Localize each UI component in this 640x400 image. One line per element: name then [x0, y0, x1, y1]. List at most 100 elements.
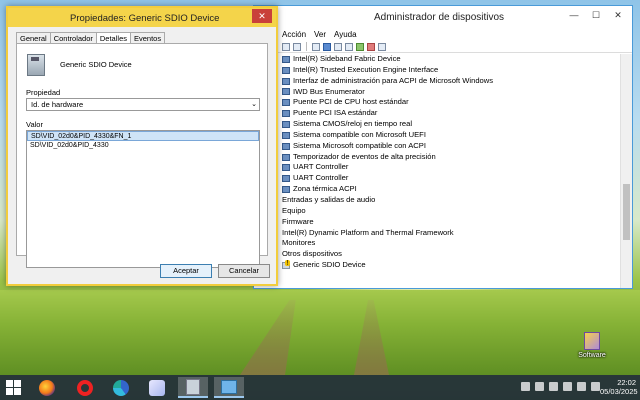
taskbar-clock[interactable]: 22:02 05/03/2025	[600, 378, 638, 396]
tree-category[interactable]: Intel(R) Dynamic Platform and Thermal Fr…	[278, 228, 618, 239]
tree-category[interactable]: Otros dispositivos	[278, 249, 618, 260]
tree-item[interactable]: Interfaz de administración para ACPI de …	[278, 76, 618, 87]
tab-controlador[interactable]: Controlador	[49, 32, 97, 43]
desktop-icon-software[interactable]: Software	[574, 332, 610, 359]
close-icon[interactable]: ✕	[252, 9, 272, 23]
vertical-scrollbar[interactable]	[620, 54, 632, 288]
property-select[interactable]: Id. de hardware ⌄	[26, 98, 260, 111]
window-title: Administrador de dispositivos	[374, 12, 505, 23]
network-icon[interactable]	[577, 382, 586, 391]
tree-item-label: Interfaz de administración para ACPI de …	[293, 75, 494, 85]
menu-ver[interactable]: Ver	[314, 30, 326, 39]
warning-device-icon	[282, 259, 290, 269]
tree-item-label: Zona térmica ACPI	[293, 184, 357, 194]
minimize-icon[interactable]: —	[564, 8, 584, 22]
property-select-value: Id. de hardware	[31, 100, 84, 109]
tree-item[interactable]: Intel(R) Sideband Fabric Device	[278, 54, 618, 65]
tree-item[interactable]: Intel(R) Trusted Execution Engine Interf…	[278, 65, 618, 76]
forward-icon[interactable]	[293, 42, 301, 51]
computer-icon[interactable]	[345, 42, 353, 51]
device-icon	[282, 99, 290, 107]
keyboard-icon[interactable]	[521, 382, 530, 391]
cancel-button[interactable]: Cancelar	[218, 264, 270, 278]
tree-item[interactable]: Puente PCI de CPU host estándar	[278, 97, 618, 108]
properties-icon[interactable]	[312, 42, 320, 51]
device-tree: Intel(R) Sideband Fabric Device Intel(R)…	[278, 54, 618, 288]
device-icon	[282, 186, 290, 194]
device-properties-taskbar-icon[interactable]	[178, 377, 208, 398]
tab-general[interactable]: General	[16, 32, 51, 43]
scan-hardware-icon[interactable]	[378, 42, 386, 51]
tree-item[interactable]: Zona térmica ACPI	[278, 184, 618, 195]
device-manager-taskbar-icon[interactable]	[214, 377, 244, 398]
tree-category[interactable]: Entradas y salidas de audio	[278, 195, 618, 206]
menu-ayuda[interactable]: Ayuda	[334, 30, 357, 39]
update-driver-icon[interactable]	[356, 42, 364, 51]
tree-category[interactable]: Firmware	[278, 217, 618, 228]
device-icon	[282, 88, 290, 96]
grass-field	[0, 290, 640, 375]
tree-item-label: UART Controller	[293, 162, 349, 172]
value-list: SD\VID_02d0&PID_4330&FN_1 SD\VID_02d0&PI…	[26, 130, 260, 268]
bluetooth-icon[interactable]	[535, 382, 544, 391]
device-icon	[282, 164, 290, 172]
tab-eventos[interactable]: Eventos	[130, 32, 166, 43]
dialog-buttons: Aceptar Cancelar	[160, 264, 270, 278]
device-name: Generic SDIO Device	[60, 60, 132, 69]
tree-item[interactable]: UART Controller	[278, 173, 618, 184]
tree-category[interactable]: Equipo	[278, 206, 618, 217]
scrollbar-thumb[interactable]	[623, 184, 630, 240]
battery-icon[interactable]	[591, 382, 600, 391]
tree-item[interactable]: Sistema compatible con Microsoft UEFI	[278, 130, 618, 141]
usb-icon[interactable]	[563, 382, 572, 391]
close-icon[interactable]: ✕	[608, 8, 628, 22]
property-label: Propiedad	[26, 88, 61, 97]
value-item[interactable]: SD\VID_02d0&PID_4330&FN_1	[27, 131, 259, 141]
device-icon	[282, 120, 290, 128]
tree-item[interactable]: Sistema CMOS/reloj en tiempo real	[278, 119, 618, 130]
uninstall-icon[interactable]	[367, 42, 375, 51]
tree-item[interactable]: Temporizador de eventos de alta precisió…	[278, 152, 618, 163]
view-icon[interactable]	[334, 42, 342, 51]
maximize-icon[interactable]: ☐	[586, 8, 606, 22]
dialog-body: General Controlador Detalles Eventos Gen…	[12, 32, 272, 268]
toolbar	[254, 41, 632, 53]
edge-icon[interactable]	[106, 377, 136, 398]
tree-category-label: Firmware	[282, 216, 314, 226]
help-icon[interactable]	[323, 42, 331, 51]
tree-item-label: Sistema CMOS/reloj en tiempo real	[293, 119, 413, 129]
tree-item-label: Puente PCI ISA estándar	[293, 108, 378, 118]
tree-category-label: Intel(R) Dynamic Platform and Thermal Fr…	[282, 227, 454, 237]
tree-item[interactable]: IWD Bus Enumerator	[278, 87, 618, 98]
tree-item-label: IWD Bus Enumerator	[293, 86, 365, 96]
desktop-icon-label: Software	[578, 352, 606, 359]
clock-time: 22:02	[617, 378, 636, 387]
back-icon[interactable]	[282, 42, 290, 51]
tree-item-label: Intel(R) Sideband Fabric Device	[293, 54, 401, 63]
tree-category-label: Entradas y salidas de audio	[282, 194, 376, 204]
dialog-title: Propiedades: Generic SDIO Device	[70, 13, 220, 24]
opera-icon[interactable]	[70, 377, 100, 398]
menu-accion[interactable]: Acción	[282, 30, 306, 39]
tree-item[interactable]: UART Controller	[278, 162, 618, 173]
dialog-titlebar: Propiedades: Generic SDIO Device ✕	[8, 8, 276, 27]
speaker-icon[interactable]	[549, 382, 558, 391]
device-icon	[282, 77, 290, 85]
tree-item-generic-sdio[interactable]: Generic SDIO Device	[278, 259, 618, 271]
app-icon[interactable]	[142, 377, 172, 398]
tree-item[interactable]: Sistema Microsoft compatible con ACPI	[278, 141, 618, 152]
tree-category[interactable]: Monitores	[278, 238, 618, 249]
tree-item-label: Temporizador de eventos de alta precisió…	[293, 151, 436, 161]
device-icon	[282, 55, 290, 63]
windows-start-icon[interactable]	[6, 380, 22, 395]
tree-category-label: Otros dispositivos	[282, 249, 342, 259]
tree-item-label: Generic SDIO Device	[293, 260, 366, 270]
properties-dialog: Propiedades: Generic SDIO Device ✕ Gener…	[6, 6, 278, 286]
tree-item-label: Intel(R) Trusted Execution Engine Interf…	[293, 64, 439, 74]
sdio-device-icon	[27, 54, 45, 76]
tree-item[interactable]: Puente PCI ISA estándar	[278, 108, 618, 119]
device-icon	[282, 66, 290, 74]
accept-button[interactable]: Aceptar	[160, 264, 212, 278]
firefox-icon[interactable]	[32, 377, 62, 398]
value-item[interactable]: SD\VID_02d0&PID_4330	[27, 141, 259, 151]
